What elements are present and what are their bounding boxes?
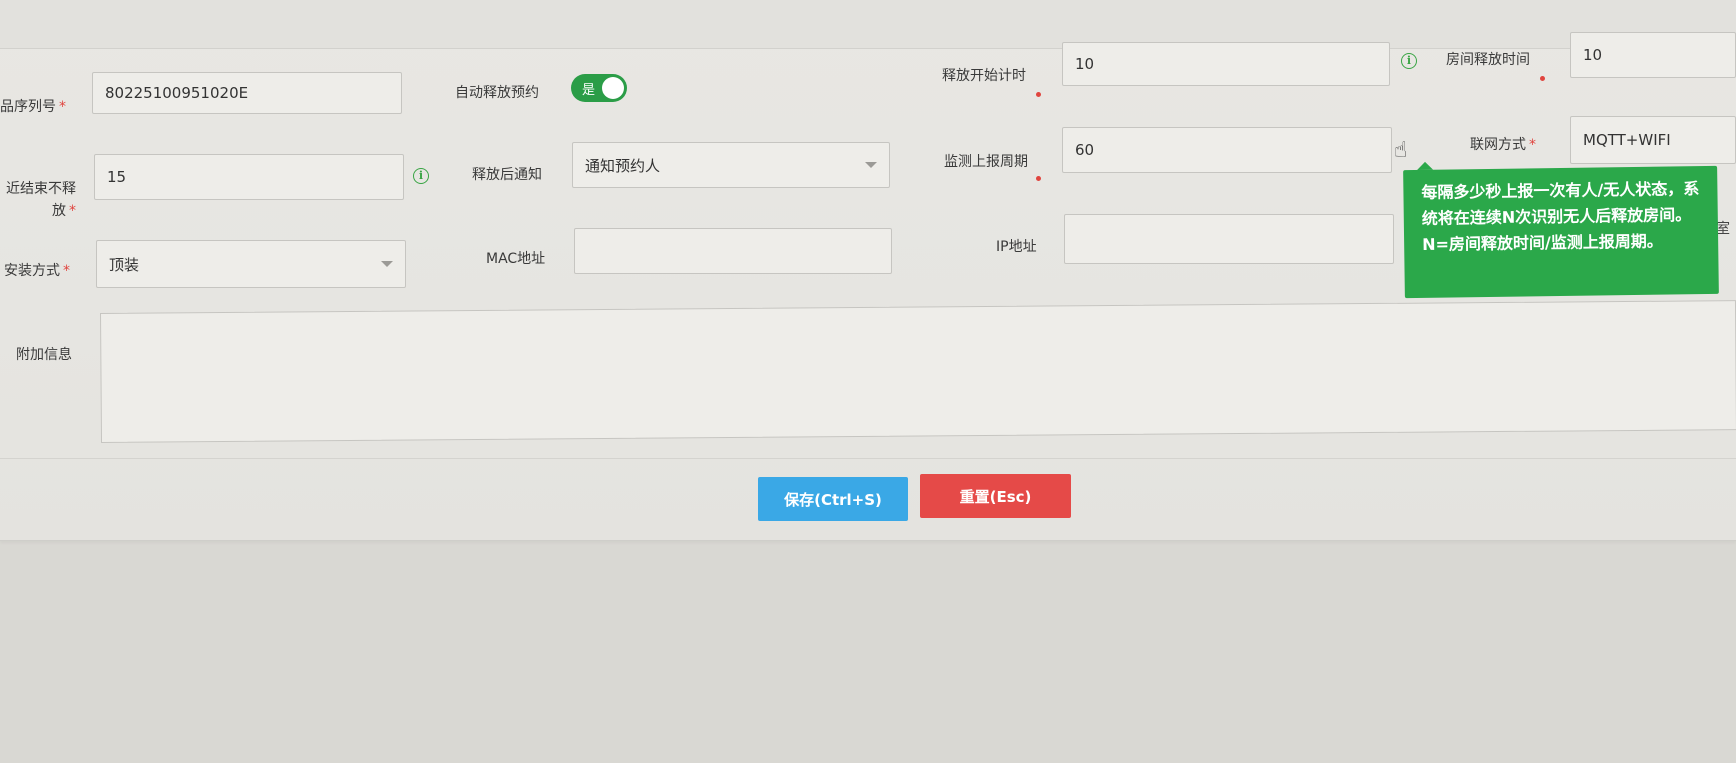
reset-button[interactable]: 重置(Esc) [920, 474, 1071, 518]
top-band [0, 0, 1736, 49]
report-period-label: 监测上报周期 [944, 154, 1028, 170]
report-period-tooltip: 每隔多少秒上报一次有人/无人状态，系统将在连续N次识别无人后释放房间。N=房间释… [1403, 161, 1719, 299]
install-mode-label: 安装方式 * [4, 263, 70, 279]
tooltip-arrow [1417, 161, 1434, 171]
report-period-required [1036, 176, 1041, 181]
near-end-input[interactable]: 15 [94, 154, 404, 200]
form-panel: 品序列号 * 80225100951020E 自动释放预约 是 释放开始计时 10… [0, 0, 1736, 541]
save-button[interactable]: 保存(Ctrl+S) [758, 477, 908, 521]
mac-input[interactable] [574, 228, 892, 274]
notify-after-release-select[interactable]: 通知预约人 [572, 142, 890, 188]
tooltip-text: 每隔多少秒上报一次有人/无人状态，系统将在连续N次识别无人后释放房间。N=房间释… [1421, 179, 1700, 254]
serial-label: 品序列号 * [0, 99, 66, 115]
info-icon[interactable]: i [413, 168, 429, 184]
room-release-time-required [1540, 76, 1545, 81]
network-mode-input[interactable]: MQTT+WIFI [1570, 116, 1736, 164]
release-start-label: 释放开始计时 [942, 68, 1026, 84]
toggle-knob [602, 77, 624, 99]
auto-release-toggle[interactable]: 是 [571, 74, 627, 102]
extra-info-label: 附加信息 [16, 347, 72, 363]
install-mode-select[interactable]: 顶装 [96, 240, 406, 288]
room-release-time-label: 房间释放时间 [1446, 52, 1530, 68]
info-icon[interactable]: i [1401, 53, 1417, 69]
ip-label: IP地址 [996, 239, 1037, 255]
report-period-input[interactable]: 60 [1062, 127, 1392, 173]
ip-input[interactable] [1064, 214, 1394, 264]
near-end-label: 近结束不释 放 * [6, 181, 76, 219]
chevron-down-icon [865, 162, 877, 168]
extra-info-textarea[interactable] [100, 300, 1736, 443]
mac-label: MAC地址 [486, 251, 546, 267]
room-release-time-input[interactable]: 10 [1570, 32, 1736, 78]
serial-input[interactable]: 80225100951020E [92, 72, 402, 114]
release-start-input[interactable]: 10 [1062, 42, 1390, 86]
notify-after-release-label: 释放后通知 [472, 167, 542, 183]
network-mode-label: 联网方式 * [1470, 137, 1536, 153]
auto-release-label: 自动释放预约 [455, 85, 539, 101]
chevron-down-icon [381, 261, 393, 267]
divider [0, 458, 1736, 459]
hand-pointer-icon: ☝ [1394, 138, 1408, 163]
cut-off-label: 室 [1716, 221, 1730, 237]
release-start-required [1036, 92, 1041, 97]
